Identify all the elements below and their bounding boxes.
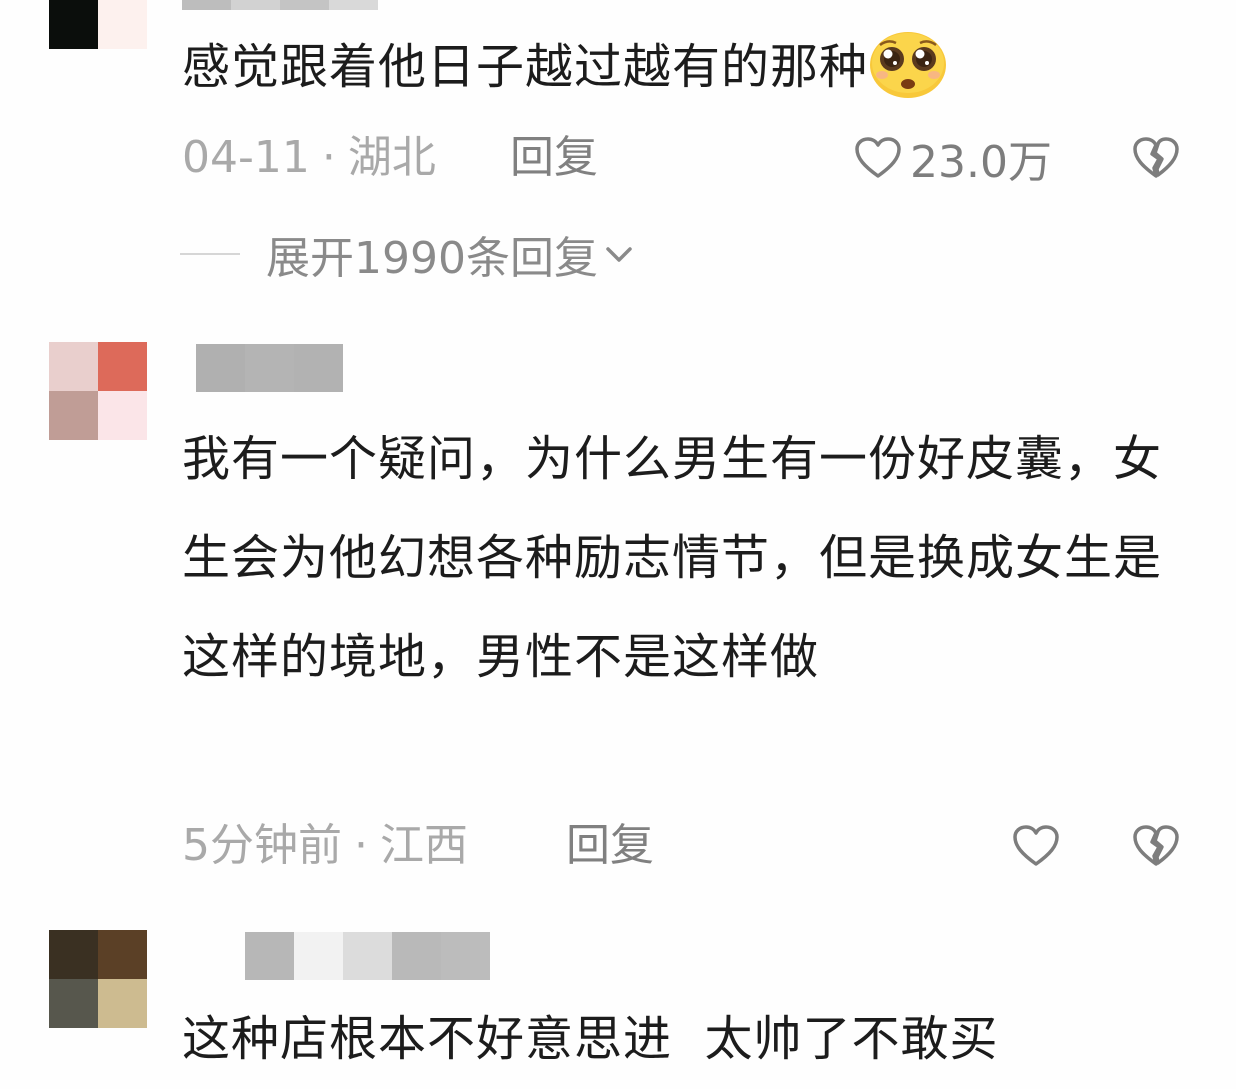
heart-icon <box>1013 825 1059 866</box>
comment-date: 5分钟前 <box>182 820 342 871</box>
comment-item: 感觉跟着他日子越过越有的那种 04-11 · 湖北 回复 23.0万 展开199… <box>0 0 1236 300</box>
comment-item: 这种店根本不好意思进 太帅了不敢买 <box>0 930 1236 1071</box>
username-mosaic[interactable] <box>245 932 490 980</box>
chevron-down-icon <box>606 247 632 262</box>
comment-meta: 5分钟前 · 江西 <box>182 816 468 876</box>
reply-button[interactable]: 回复 <box>510 128 598 188</box>
reply-button[interactable]: 回复 <box>566 816 654 876</box>
comment-text: 感觉跟着他日子越过越有的那种 <box>182 18 1182 117</box>
avatar[interactable] <box>49 342 147 440</box>
pleading-face-emoji-icon <box>868 29 948 99</box>
expand-replies-label: 展开1990条回复 <box>266 233 598 284</box>
avatar[interactable] <box>49 0 147 49</box>
comment-date: 04-11 <box>182 132 310 183</box>
comment-location: 江西 <box>380 820 468 871</box>
comment-text-content: 感觉跟着他日子越过越有的那种 <box>182 39 869 95</box>
comment-text: 这种店根本不好意思进 太帅了不敢买 <box>182 1011 999 1067</box>
username-mosaic[interactable] <box>196 344 343 392</box>
meta-separator: · <box>354 820 368 871</box>
expand-divider <box>180 253 240 255</box>
like-count: 23.0万 <box>910 137 1052 188</box>
avatar[interactable] <box>49 930 147 1028</box>
like-button[interactable]: 23.0万 <box>854 128 1052 188</box>
meta-separator: · <box>321 132 336 183</box>
broken-heart-icon[interactable] <box>1132 134 1180 182</box>
broken-heart-icon[interactable] <box>1132 822 1180 870</box>
expand-replies-button[interactable]: 展开1990条回复 <box>180 224 634 284</box>
comment-item: 我有一个疑问，为什么男生有一份好皮囊，女生会为他幻想各种励志情节，但是换成女生是… <box>0 340 1236 900</box>
heart-icon <box>855 137 901 178</box>
username-mosaic[interactable] <box>182 0 378 10</box>
like-button[interactable] <box>1012 816 1060 876</box>
comment-meta: 04-11 · 湖北 <box>182 128 436 188</box>
comment-location: 湖北 <box>347 132 436 183</box>
comment-text: 我有一个疑问，为什么男生有一份好皮囊，女生会为他幻想各种励志情节，但是换成女生是… <box>182 431 1163 685</box>
